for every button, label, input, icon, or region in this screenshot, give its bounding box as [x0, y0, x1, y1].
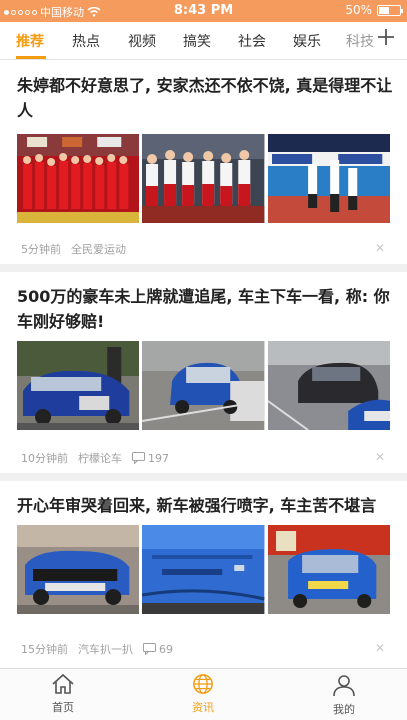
dislike-close-icon[interactable]: ✕	[375, 241, 385, 255]
news-title[interactable]: 500万的豪车未上牌就遭追尾, 车主下车一看, 称: 你车刚好够赔!	[17, 284, 393, 334]
dislike-close-icon[interactable]: ✕	[375, 450, 385, 464]
news-source[interactable]: 全民爱运动	[71, 241, 126, 257]
news-meta: 15分钟前 汽车扒一扒 69	[21, 641, 173, 657]
news-source[interactable]: 汽车扒一扒	[78, 641, 133, 657]
dislike-close-icon[interactable]: ✕	[375, 641, 385, 655]
comment-count[interactable]: 69	[143, 643, 173, 656]
news-feed[interactable]: 朱婷都不好意思了, 安家杰还不依不饶, 真是得理不让人 5分钟前 全民爱运动 ✕…	[0, 61, 407, 668]
nav-news-label: 资讯	[192, 701, 214, 714]
news-images	[17, 525, 390, 614]
comment-icon	[132, 452, 145, 464]
news-title[interactable]: 开心年审哭着回来, 新车被强行喷字, 车主苦不堪言	[17, 493, 393, 518]
news-card[interactable]: 500万的豪车未上牌就遭追尾, 车主下车一看, 称: 你车刚好够赔! 10分钟前…	[0, 272, 407, 473]
news-images	[17, 341, 390, 430]
tab-video[interactable]: 视频	[128, 31, 156, 51]
divider	[0, 264, 407, 272]
news-image	[267, 134, 390, 223]
add-channel-icon[interactable]	[377, 28, 397, 52]
news-meta: 5分钟前 全民爱运动	[21, 241, 126, 257]
news-image	[17, 134, 140, 223]
news-card[interactable]: 开心年审哭着回来, 新车被强行喷字, 车主苦不堪言 15分钟前 汽车扒一扒 69…	[0, 481, 407, 668]
news-image	[17, 525, 140, 614]
news-title[interactable]: 朱婷都不好意思了, 安家杰还不依不饶, 真是得理不让人	[17, 73, 393, 123]
battery-icon	[377, 4, 403, 16]
tab-funny[interactable]: 搞笑	[183, 31, 211, 51]
nav-mine-label: 我的	[333, 703, 355, 716]
news-meta: 10分钟前 柠檬论车 197	[21, 450, 169, 466]
home-icon	[52, 673, 74, 694]
news-time: 5分钟前	[21, 243, 61, 256]
news-images	[17, 134, 390, 223]
comment-count[interactable]: 197	[132, 452, 169, 465]
nav-news[interactable]: 资讯	[173, 673, 233, 715]
news-time: 10分钟前	[21, 452, 68, 465]
news-image	[142, 525, 265, 614]
tab-entertainment[interactable]: 娱乐	[293, 31, 321, 51]
news-image	[142, 341, 265, 430]
news-image	[17, 341, 140, 430]
globe-icon	[193, 674, 213, 694]
battery-percent: 50%	[345, 3, 372, 17]
news-time: 15分钟前	[21, 643, 68, 656]
category-tabs: 推荐 热点 视频 搞笑 社会 娱乐 科技	[0, 22, 407, 60]
news-card[interactable]: 朱婷都不好意思了, 安家杰还不依不饶, 真是得理不让人 5分钟前 全民爱运动 ✕	[0, 61, 407, 264]
nav-home-label: 首页	[52, 701, 74, 714]
news-source[interactable]: 柠檬论车	[78, 450, 122, 466]
news-image	[267, 525, 390, 614]
status-bar: 中国移动 8:43 PM 50%	[0, 0, 407, 22]
user-icon	[333, 675, 355, 697]
tab-hot[interactable]: 热点	[72, 31, 100, 51]
bottom-navigation: 首页 资讯 我的	[0, 668, 407, 720]
news-image	[267, 341, 390, 430]
active-tab-indicator	[16, 56, 46, 59]
nav-home[interactable]: 首页	[33, 673, 93, 715]
divider	[0, 473, 407, 481]
tab-society[interactable]: 社会	[238, 31, 266, 51]
tab-recommend[interactable]: 推荐	[16, 31, 44, 51]
comment-icon	[143, 643, 156, 655]
news-image	[142, 134, 265, 223]
tab-tech[interactable]: 科技	[346, 31, 374, 51]
nav-mine[interactable]: 我的	[314, 673, 374, 717]
